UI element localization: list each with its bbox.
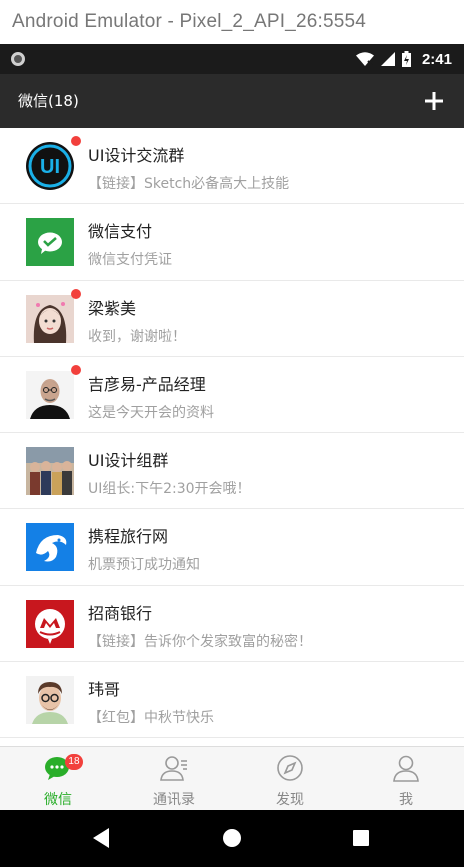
bottom-tab-bar: 18 微信 通讯录 发现 我 [0,746,464,810]
chat-name: 玮哥 [88,680,121,700]
home-icon[interactable] [222,827,242,849]
unread-count-badge: 18 [64,754,83,770]
chat-message: 【链接】Sketch必备高大上技能 [88,176,290,192]
chat-message: 【红包】中秋节快乐 [88,710,214,727]
chat-row-cmb[interactable]: 招商银行 【链接】告诉你个发家致富的秘密！ [0,585,464,663]
signal-icon [380,52,395,66]
tab-discover[interactable]: 发现 [232,747,348,810]
chat-name: 携程旅行网 [88,527,169,547]
chat-message: 【链接】告诉你个发家致富的秘密！ [88,633,312,650]
chat-message: UI组长:下午2:30开会哦！ [88,481,251,498]
battery-icon [401,51,411,67]
chat-list: UI UI设计交流群 【链接】Sketch必备高大上技能 微信支付 微信支付凭证 [0,128,464,746]
chat-row-wei-ge[interactable]: 玮哥 【红包】中秋节快乐 [0,662,464,739]
notification-dot-icon [11,52,25,66]
page-title: 微信(18) [18,92,79,110]
tab-label: 我 [399,792,413,808]
group-photo-avatar [26,447,74,496]
plus-icon[interactable] [422,89,446,113]
chat-message: 微信支付凭证 [88,252,172,269]
compass-icon [277,755,303,781]
recents-icon[interactable] [352,827,370,849]
unread-dot [71,364,81,375]
unread-dot [71,288,81,299]
girl-photo-avatar [26,288,81,343]
tab-me[interactable]: 我 [348,747,464,810]
tab-label: 微信 [44,792,72,808]
back-icon[interactable] [92,827,110,849]
chat-row-wechat-pay[interactable]: 微信支付 微信支付凭证 [0,204,464,281]
person-icon [393,755,419,782]
chat-message: 这是今天开会的资料 [88,404,214,421]
svg-text:UI: UI [40,156,60,178]
status-time: 2:41 [421,50,452,68]
chat-row-liang-zimei[interactable]: 梁紫美 收到，谢谢啦！ [0,280,464,357]
chat-row-ji-yanyi[interactable]: 吉彦易-产品经理 这是今天开会的资料 [0,356,464,434]
chat-row-ui-design-exchange[interactable]: UI UI设计交流群 【链接】Sketch必备高大上技能 [0,128,464,205]
chat-row-ui-design-group[interactable]: UI设计组群 UI组长:下午2:30开会哦！ [0,433,464,510]
tab-wechat[interactable]: 18 微信 [0,747,116,810]
chat-message: 机票预订成功通知 [88,557,200,574]
ctrip-avatar [26,523,74,572]
status-bar: 2:41 [0,44,464,74]
chat-name: UI设计组群 [88,451,169,471]
chat-name: 梁紫美 [88,298,137,318]
chat-message: 收到，谢谢啦！ [88,328,186,345]
tab-contacts[interactable]: 通讯录 [116,747,232,810]
man-photo-avatar [26,364,81,419]
wechat-pay-avatar [26,218,74,267]
chat-name: 微信支付 [88,222,153,242]
system-nav-bar [0,810,464,867]
unread-dot [71,136,81,146]
contacts-icon [160,756,187,781]
window-title: Android Emulator - Pixel_2_API_26:5554 [0,0,464,44]
chat-name: 招商银行 [88,603,153,623]
app-bar: 微信(18) [0,74,464,128]
chat-row-ctrip[interactable]: 携程旅行网 机票预订成功通知 [0,509,464,586]
tab-label: 发现 [276,792,304,808]
wifi-icon [355,52,374,66]
cartoon-man-avatar [26,676,74,725]
tab-label: 通讯录 [153,792,195,808]
chat-name: 吉彦易-产品经理 [88,374,206,394]
cmb-avatar [26,599,74,648]
ui-group-avatar: UI [26,136,81,190]
chat-name: UI设计交流群 [88,146,185,165]
